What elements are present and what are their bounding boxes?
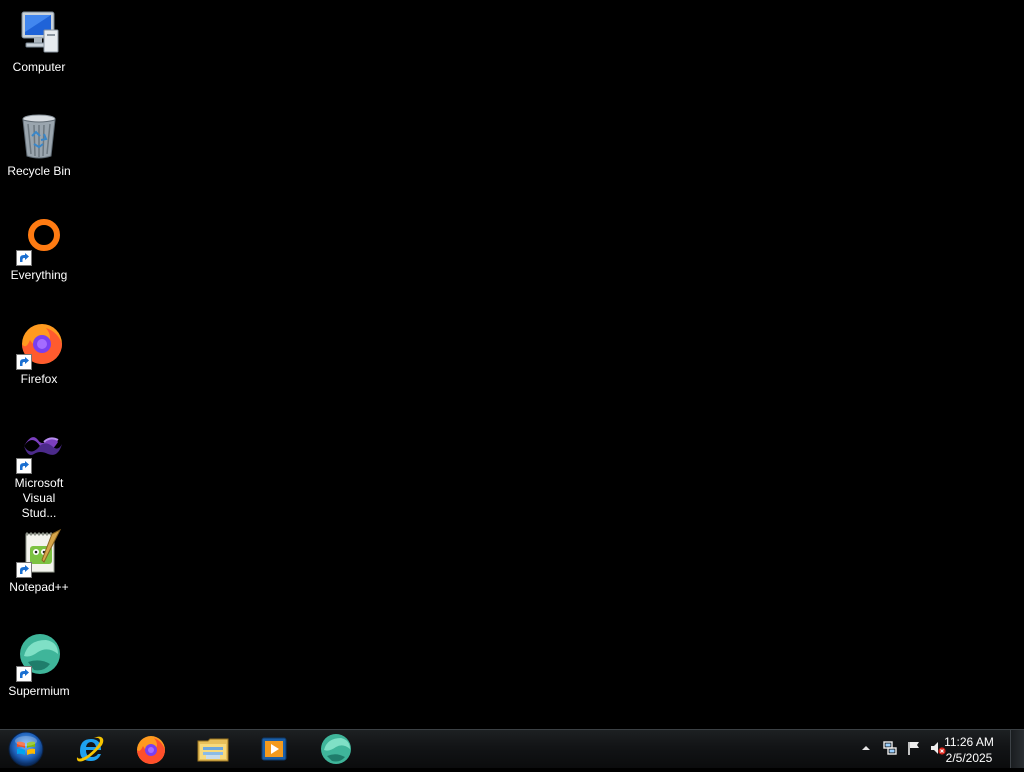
taskbar-pinned-file-explorer[interactable]	[185, 731, 241, 767]
desktop-icon-label: Computer	[12, 60, 66, 74]
system-clock[interactable]: 11:26 AM 2/5/2025	[938, 734, 1000, 766]
everything-icon	[14, 216, 64, 266]
desktop-icon-label: Everything	[10, 268, 68, 282]
firefox-icon	[137, 736, 165, 764]
show-hidden-icons-arrow[interactable]	[858, 740, 874, 756]
shortcut-arrow-icon	[16, 666, 32, 682]
desktop-icon-firefox[interactable]: Firefox	[2, 320, 76, 387]
notepad-plus-plus-icon	[14, 528, 64, 578]
visual-studio-icon	[14, 424, 64, 474]
desktop[interactable]: Computer Recycle Bin Everything Firefox …	[0, 0, 1024, 729]
recycle-bin-icon	[14, 112, 64, 162]
desktop-icon-everything[interactable]: Everything	[2, 216, 76, 283]
action-center-flag-icon[interactable]	[906, 740, 922, 756]
shortcut-arrow-icon	[16, 250, 32, 266]
desktop-icon-label: Notepad++	[9, 580, 69, 594]
start-button[interactable]	[6, 731, 46, 767]
desktop-icon-label: Recycle Bin	[7, 164, 71, 178]
network-icon[interactable]	[882, 740, 898, 756]
taskbar-pinned-supermium[interactable]	[308, 731, 364, 767]
supermium-icon	[321, 734, 351, 764]
computer-icon	[14, 8, 64, 58]
taskbar-pinned-firefox[interactable]	[123, 731, 179, 767]
shortcut-arrow-icon	[16, 458, 32, 474]
notification-area: 11:26 AM 2/5/2025	[834, 730, 1024, 768]
firefox-icon	[14, 320, 64, 370]
media-player-icon	[261, 737, 287, 761]
shortcut-arrow-icon	[16, 354, 32, 370]
desktop-icon-label: Microsoft Visual Stud...	[14, 476, 64, 520]
desktop-icon-notepad-plus-plus[interactable]: Notepad++	[2, 528, 76, 595]
desktop-icon-label: Firefox	[20, 372, 58, 386]
show-desktop-button[interactable]	[1010, 730, 1024, 768]
clock-date: 2/5/2025	[945, 751, 993, 765]
desktop-icon-computer[interactable]: Computer	[2, 8, 76, 75]
taskbar-pinned-media-player[interactable]	[246, 731, 302, 767]
taskbar: 11:26 AM 2/5/2025	[0, 729, 1024, 768]
desktop-icon-visual-studio[interactable]: Microsoft Visual Stud...	[2, 424, 76, 521]
file-explorer-icon	[197, 738, 229, 762]
internet-explorer-icon	[76, 736, 104, 762]
taskbar-pinned-internet-explorer[interactable]	[62, 731, 118, 767]
desktop-icon-supermium[interactable]: Supermium	[2, 632, 76, 699]
supermium-icon	[14, 632, 64, 682]
clock-time: 11:26 AM	[944, 735, 994, 749]
windows-start-orb-icon	[8, 731, 44, 767]
shortcut-arrow-icon	[16, 562, 32, 578]
desktop-icon-label: Supermium	[8, 684, 70, 698]
desktop-icon-recycle-bin[interactable]: Recycle Bin	[2, 112, 76, 179]
